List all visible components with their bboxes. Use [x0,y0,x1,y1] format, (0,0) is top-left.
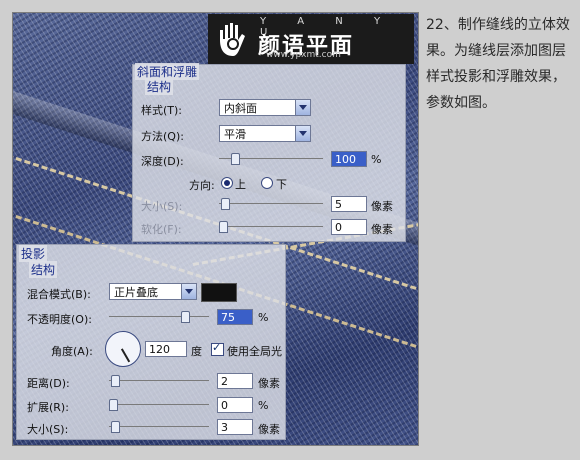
shadow-size-input[interactable]: 3 [217,419,253,435]
slider-track [109,404,209,405]
depth-label: 深度(D): [141,155,184,168]
global-light-checkbox[interactable] [211,341,224,356]
soften-slider[interactable] [219,221,323,233]
slider-track [109,426,209,427]
angle-input[interactable]: 120 [145,341,187,357]
slider-thumb[interactable] [231,153,240,165]
slider-track [109,316,209,317]
distance-label: 距离(D): [27,377,70,390]
distance-slider[interactable] [109,375,209,387]
angle-unit: 度 [191,345,202,358]
watermark-url: www.ypxmt.com [266,50,341,60]
shadow-size-unit: 像素 [258,423,280,436]
slider-thumb[interactable] [109,399,118,411]
spread-input[interactable]: 0 [217,397,253,413]
shadow-structure-label: 结构 [29,261,58,278]
spread-slider[interactable] [109,399,209,411]
chevron-down-icon [295,100,310,115]
slider-thumb[interactable] [181,311,190,323]
shadow-color-swatch[interactable] [201,283,237,302]
watermark-logo: Y A N Y U 颜语平面 www.ypxmt.com [208,14,414,64]
technique-select[interactable]: 平滑 [219,125,311,142]
drop-shadow-panel: 投影 结构 混合模式(B): 正片叠底 不透明度(O): 75 % 角度(A):… [16,244,286,440]
hand-logo-icon [220,23,245,56]
bevel-size-label: 大小(S): [141,200,183,213]
slider-track [109,380,209,381]
opacity-label: 不透明度(O): [27,313,92,326]
opacity-slider[interactable] [109,311,209,323]
spread-label: 扩展(R): [27,401,69,414]
blend-mode-select[interactable]: 正片叠底 [109,283,197,300]
slider-track [219,203,323,204]
soften-unit: 像素 [371,223,393,236]
shadow-size-label: 大小(S): [27,423,69,436]
depth-unit: % [371,153,382,166]
bevel-emboss-panel: 斜面和浮雕 结构 样式(T): 内斜面 方法(Q): 平滑 深度(D): 100… [132,63,406,242]
slider-thumb[interactable] [219,221,228,233]
angle-needle [121,348,131,363]
opacity-input[interactable]: 75 [217,309,253,325]
direction-up-radio[interactable] [221,177,233,189]
bevel-structure-label: 结构 [145,78,174,95]
direction-up-label: 上 [235,178,246,191]
blend-mode-value: 正片叠底 [114,286,158,299]
blend-mode-label: 混合模式(B): [27,288,91,301]
style-select[interactable]: 内斜面 [219,99,311,116]
slider-track [219,226,323,227]
soften-label: 软化(F): [141,223,182,236]
bevel-size-unit: 像素 [371,200,393,213]
shadow-title: 投影 [19,245,48,262]
bevel-size-input[interactable]: 5 [331,196,367,212]
direction-label: 方向: [189,179,215,192]
angle-label: 角度(A): [51,345,93,358]
slider-thumb[interactable] [221,198,230,210]
slider-thumb[interactable] [111,421,120,433]
depth-slider[interactable] [219,153,323,165]
style-select-value: 内斜面 [224,102,257,115]
soften-input[interactable]: 0 [331,219,367,235]
tutorial-caption: 22、制作缝线的立体效果。为缝线层添加图层样式投影和浮雕效果，参数如图。 [426,17,570,111]
chevron-down-icon [295,126,310,141]
global-light-label: 使用全局光 [227,345,282,358]
bevel-size-slider[interactable] [219,198,323,210]
spread-unit: % [258,399,269,412]
opacity-unit: % [258,311,269,324]
shadow-size-slider[interactable] [109,421,209,433]
depth-input[interactable]: 100 [331,151,367,167]
distance-input[interactable]: 2 [217,373,253,389]
style-label: 样式(T): [141,104,183,117]
chevron-down-icon [181,284,196,299]
angle-dial[interactable] [105,331,141,367]
direction-down-label: 下 [276,178,287,191]
direction-down-radio[interactable] [261,177,273,189]
distance-unit: 像素 [258,377,280,390]
technique-label: 方法(Q): [141,130,184,143]
technique-select-value: 平滑 [224,128,246,141]
slider-thumb[interactable] [111,375,120,387]
